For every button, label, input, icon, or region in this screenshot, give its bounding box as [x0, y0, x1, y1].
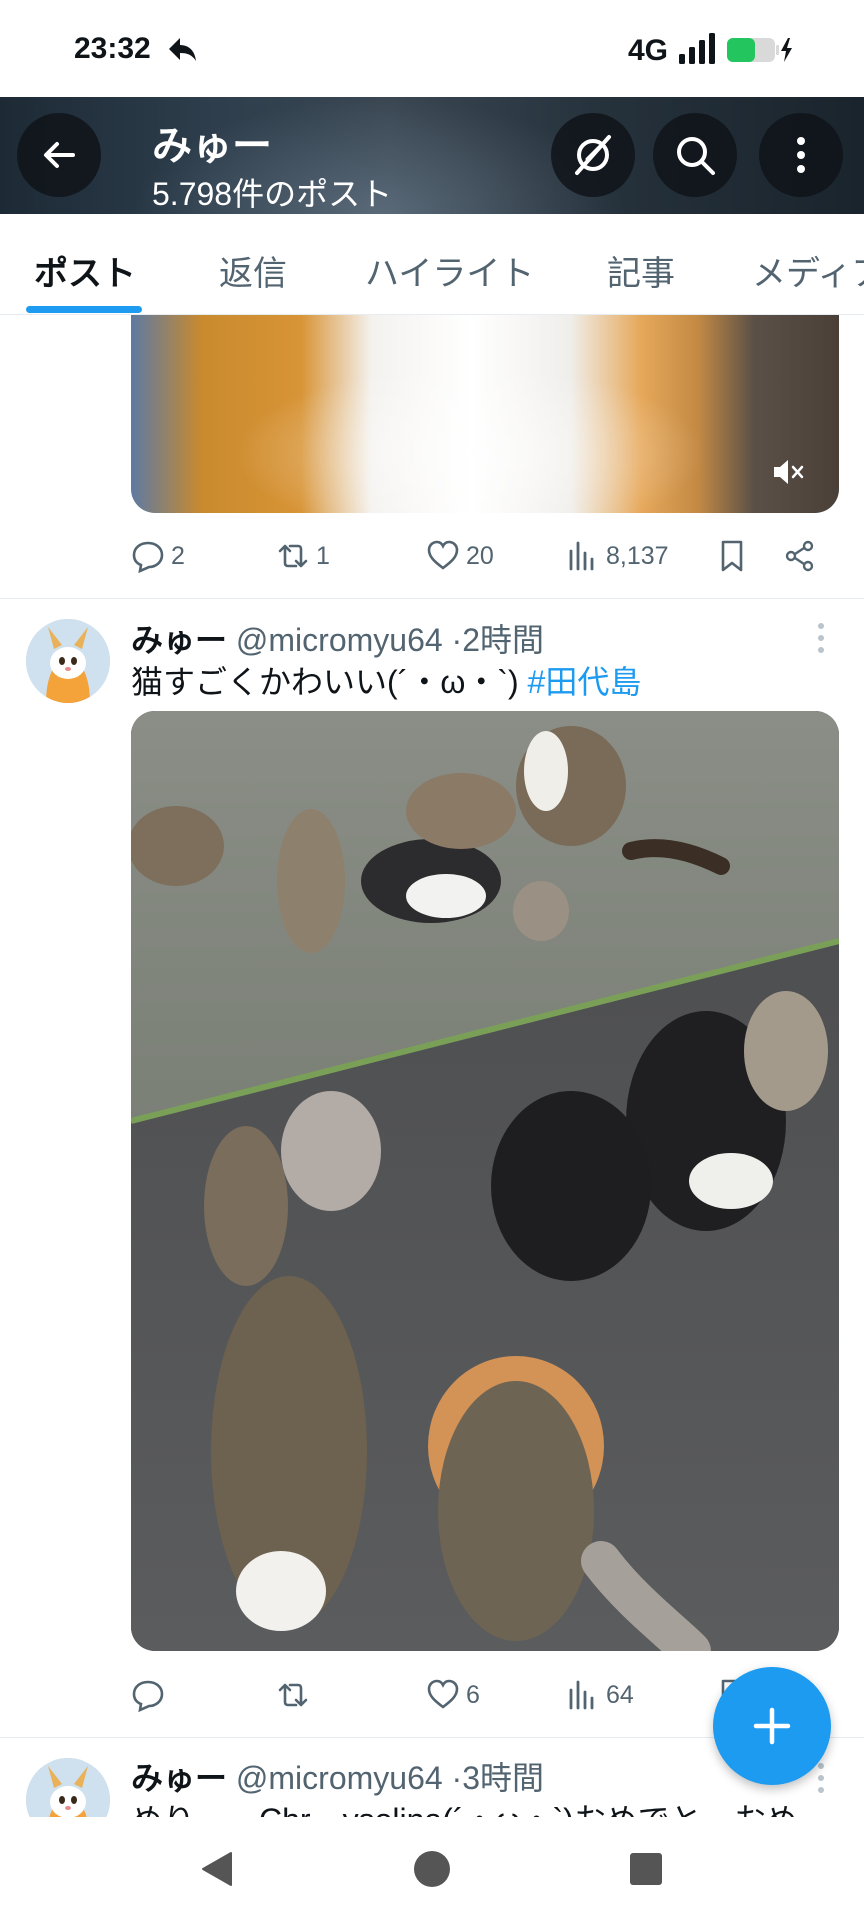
- repost-icon: [278, 544, 308, 568]
- back-button[interactable]: [17, 113, 101, 197]
- post-video[interactable]: [131, 315, 839, 513]
- profile-header: みゅー 5.798件のポスト: [0, 97, 864, 214]
- avatar[interactable]: [26, 1758, 110, 1817]
- tab-posts[interactable]: ポスト: [34, 246, 136, 295]
- post-feed[interactable]: 2 1 20 8,137 みゅー @micromyu64 ·2時間 猫すごくかわ…: [0, 315, 864, 1817]
- bar-chart-icon: [569, 541, 594, 571]
- tab-highlights[interactable]: ハイライト: [365, 246, 534, 295]
- nav-recents-icon[interactable]: [628, 1851, 664, 1887]
- views-button[interactable]: 8,137: [566, 531, 669, 581]
- post-time: 3時間: [462, 1760, 545, 1796]
- mute-icon[interactable]: [771, 457, 805, 487]
- repost-button[interactable]: [276, 1670, 316, 1720]
- view-count: 8,137: [606, 541, 669, 570]
- bar-chart-icon: [569, 1680, 594, 1710]
- bookmark-button[interactable]: [715, 531, 755, 581]
- post-photo[interactable]: [131, 711, 839, 1651]
- reply-button[interactable]: 2: [131, 531, 185, 581]
- heart-icon: [427, 1679, 459, 1709]
- post-body: 猫すごくかわいい(´・ω・`): [131, 664, 519, 700]
- repost-button[interactable]: 1: [276, 531, 330, 581]
- reply-button[interactable]: [131, 1670, 171, 1720]
- avatar-image: [26, 619, 110, 703]
- search-icon: [677, 137, 715, 175]
- post-header: みゅー @micromyu64 ·2時間: [131, 615, 544, 661]
- post-actions: 2 1 20 8,137: [131, 531, 831, 581]
- post-separator: ·: [451, 1760, 463, 1796]
- avatar[interactable]: [26, 619, 110, 703]
- post-count: 5.798件のポスト: [152, 176, 393, 212]
- tab-articles[interactable]: 記事: [607, 246, 675, 295]
- post-more-icon[interactable]: [816, 1761, 826, 1795]
- system-navigation-bar: [0, 1817, 864, 1920]
- like-count: 6: [466, 1680, 480, 1709]
- heart-icon: [427, 540, 459, 570]
- grok-button[interactable]: [551, 113, 635, 197]
- repost-count: 1: [316, 541, 330, 570]
- like-count: 20: [466, 541, 494, 570]
- post-author[interactable]: みゅー: [131, 622, 227, 658]
- share-button[interactable]: [783, 531, 823, 581]
- post-handle[interactable]: @micromyu64: [236, 622, 443, 658]
- post-text: 猫すごくかわいい(´・ω・`) #田代島: [131, 657, 641, 703]
- post-body: めりー…Chr…ysolina(´・ω・`)おめでと…おめ: [131, 1802, 798, 1817]
- tab-replies[interactable]: 返信: [219, 246, 287, 295]
- post-more-icon[interactable]: [816, 621, 826, 655]
- arrow-left-icon: [44, 142, 75, 168]
- reply-icon: [132, 541, 164, 573]
- post-divider: [0, 598, 864, 599]
- post-handle[interactable]: @micromyu64: [236, 1760, 443, 1796]
- post-header: みゅー @micromyu64 ·3時間: [131, 1753, 544, 1799]
- like-button[interactable]: 20: [426, 531, 494, 581]
- bookmark-icon: [721, 540, 743, 572]
- profile-name: みゅー: [152, 124, 272, 168]
- compose-button[interactable]: [713, 1667, 831, 1785]
- more-vertical-icon: [797, 137, 805, 173]
- avatar-image: [26, 1758, 110, 1817]
- search-button[interactable]: [653, 113, 737, 197]
- plus-icon: [753, 1707, 791, 1745]
- tab-media[interactable]: メディア: [752, 246, 864, 295]
- post-time: 2時間: [462, 622, 545, 658]
- view-count: 64: [606, 1680, 634, 1709]
- post-text: めりー…Chr…ysolina(´・ω・`)おめでと…おめ: [131, 1795, 798, 1817]
- reply-arrow-icon: [169, 38, 196, 61]
- repost-icon: [278, 1683, 308, 1707]
- share-icon: [785, 540, 814, 572]
- more-options-button[interactable]: [759, 113, 843, 197]
- reply-count: 2: [171, 541, 185, 570]
- hashtag-link[interactable]: #田代島: [528, 664, 642, 700]
- status-bar: 23:32 4G: [0, 0, 864, 97]
- post-separator: ·: [451, 622, 463, 658]
- cats-photo-image: [131, 711, 839, 1651]
- network-type: 4G: [628, 34, 669, 67]
- battery-icon: [727, 38, 792, 62]
- views-button[interactable]: 64: [566, 1670, 634, 1720]
- profile-tabs: ポスト 返信 ハイライト 記事 メディア: [0, 214, 864, 315]
- signal-icon: [679, 33, 715, 64]
- active-tab-indicator: [26, 306, 142, 313]
- nav-back-icon[interactable]: [198, 1849, 236, 1889]
- nav-home-icon[interactable]: [412, 1849, 452, 1889]
- status-time: 23:32: [74, 32, 151, 65]
- like-button[interactable]: 6: [426, 1670, 480, 1720]
- reply-icon: [132, 1680, 164, 1712]
- grok-icon: [575, 135, 611, 175]
- post-author[interactable]: みゅー: [131, 1760, 227, 1796]
